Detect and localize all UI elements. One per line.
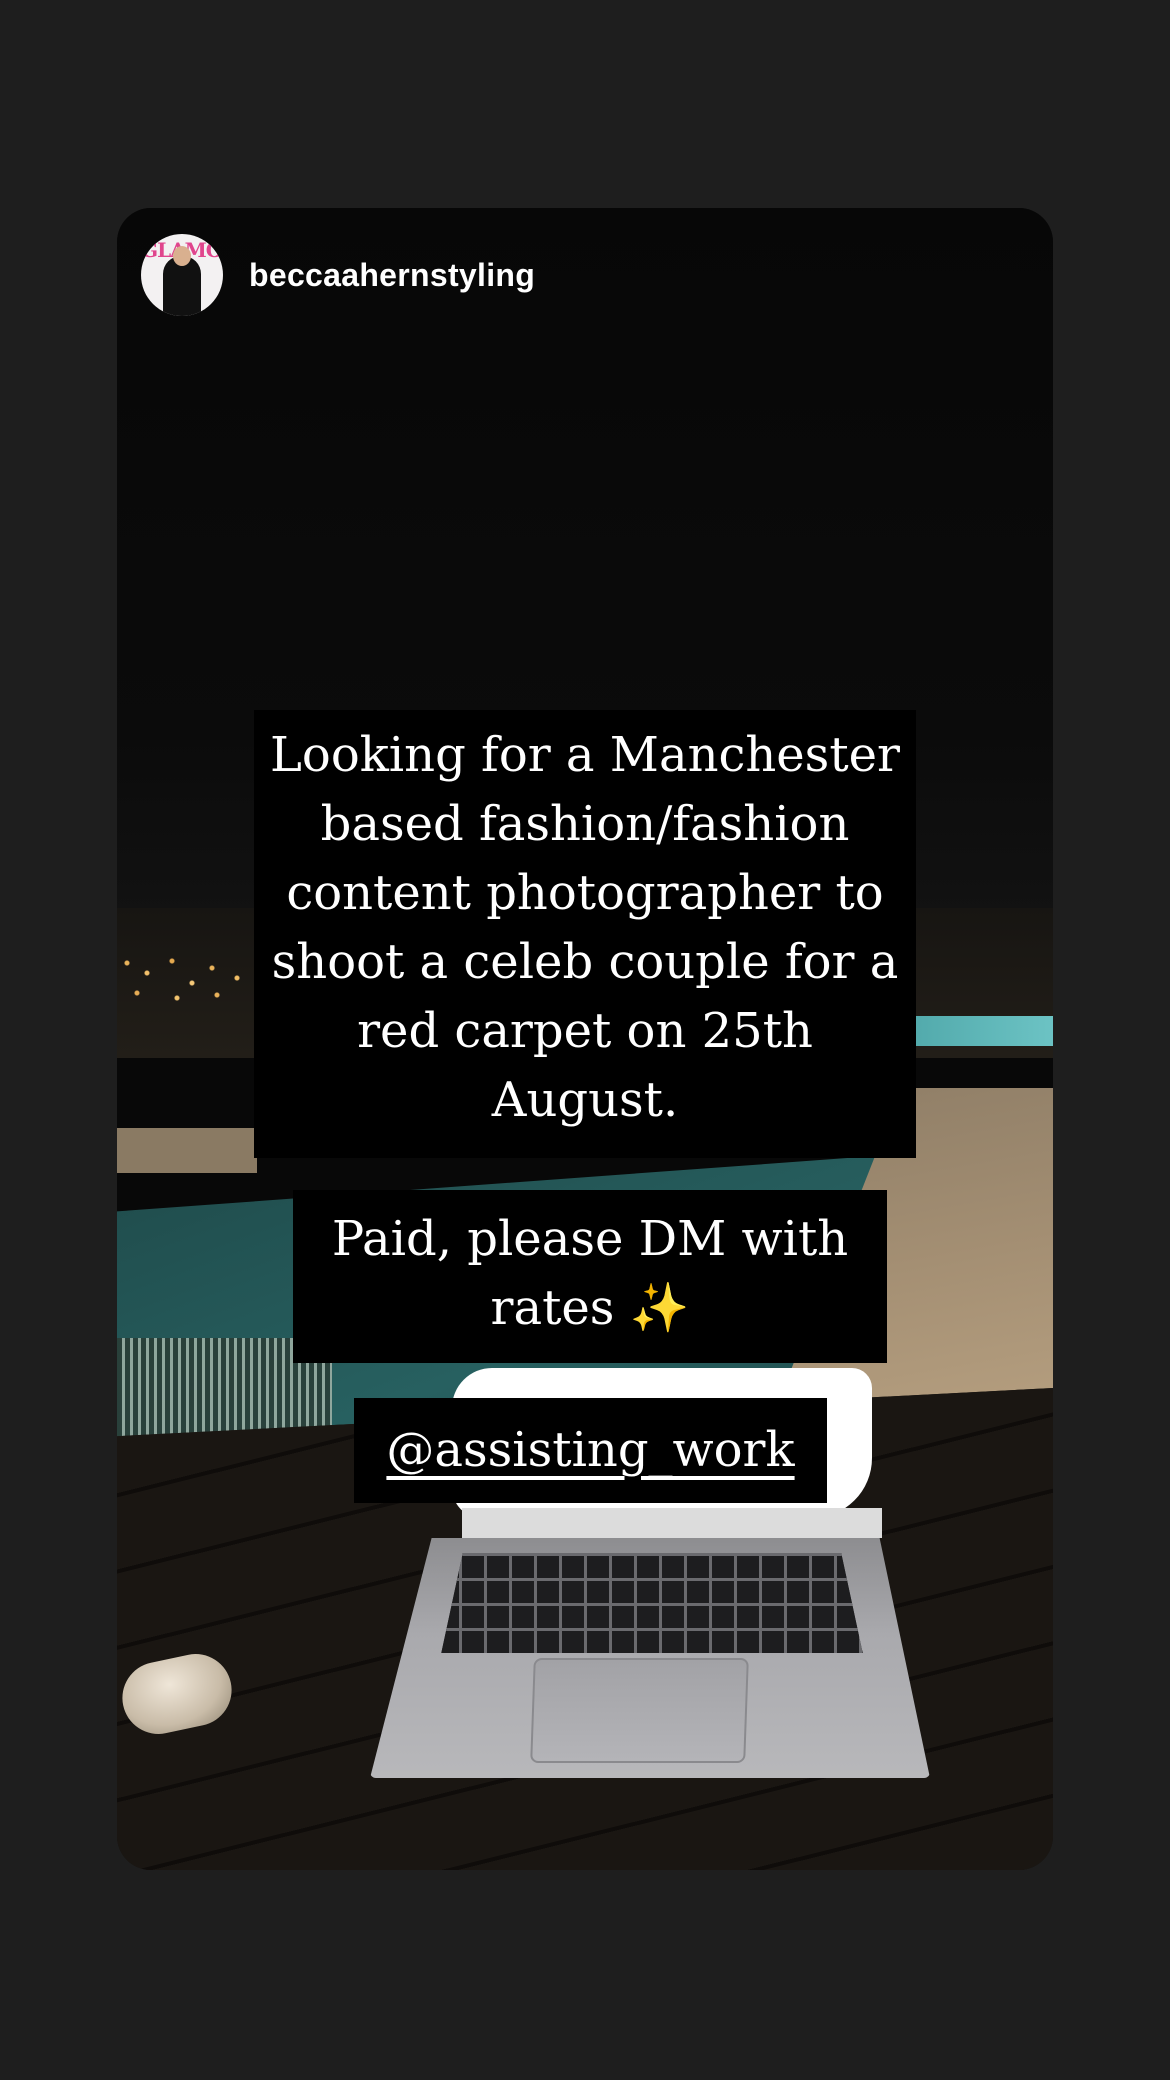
- story-header[interactable]: GLAMOUR beccaahernstyling: [141, 234, 535, 316]
- city-lights: [117, 943, 267, 1013]
- story-card[interactable]: GLAMOUR beccaahernstyling Looking for a …: [117, 208, 1053, 1870]
- laptop-trackpad: [530, 1658, 749, 1763]
- username-link[interactable]: beccaahernstyling: [249, 257, 535, 294]
- sparkles-icon: ✨: [629, 1280, 690, 1336]
- caption-paid: Paid, please DM with rates ✨: [293, 1190, 887, 1363]
- mention-link[interactable]: @assisting_work: [386, 1422, 794, 1478]
- avatar[interactable]: GLAMOUR: [141, 234, 223, 316]
- mention-sticker[interactable]: @assisting_work: [354, 1398, 827, 1503]
- laptop-screen: [462, 1508, 882, 1538]
- laptop-keyboard: [441, 1553, 863, 1653]
- pool-deck-left: [117, 1128, 257, 1173]
- pool-distant: [897, 1016, 1053, 1046]
- caption-main: Looking for a Manchester based fashion/f…: [254, 710, 916, 1158]
- avatar-face: [173, 246, 191, 266]
- caption-paid-text: Paid, please DM with rates: [331, 1211, 849, 1336]
- caption-main-text: Looking for a Manchester based fashion/f…: [270, 727, 900, 1128]
